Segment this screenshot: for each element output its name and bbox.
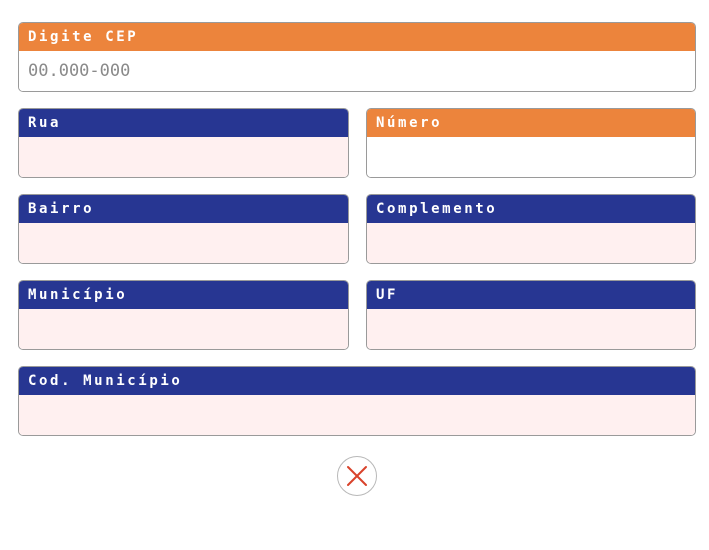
bairro-input[interactable] — [19, 223, 348, 263]
rua-input[interactable] — [19, 137, 348, 177]
cep-field-group: Digite CEP — [18, 22, 696, 92]
cod-municipio-label: Cod. Município — [19, 367, 695, 395]
numero-label: Número — [367, 109, 695, 137]
complemento-field-group: Complemento — [366, 194, 696, 264]
cod-municipio-field-group: Cod. Município — [18, 366, 696, 436]
cod-municipio-input[interactable] — [19, 395, 695, 435]
rua-field-group: Rua — [18, 108, 349, 178]
cep-label: Digite CEP — [19, 23, 695, 51]
bairro-label: Bairro — [19, 195, 348, 223]
uf-field-group: UF — [366, 280, 696, 350]
close-button[interactable] — [337, 456, 377, 496]
bairro-field-group: Bairro — [18, 194, 349, 264]
municipio-field-group: Município — [18, 280, 349, 350]
rua-label: Rua — [19, 109, 348, 137]
municipio-input[interactable] — [19, 309, 348, 349]
uf-label: UF — [367, 281, 695, 309]
cep-input[interactable] — [19, 51, 695, 91]
complemento-label: Complemento — [367, 195, 695, 223]
complemento-input[interactable] — [367, 223, 695, 263]
uf-input[interactable] — [367, 309, 695, 349]
close-icon — [347, 466, 367, 486]
numero-field-group: Número — [366, 108, 696, 178]
numero-input[interactable] — [367, 137, 695, 177]
municipio-label: Município — [19, 281, 348, 309]
